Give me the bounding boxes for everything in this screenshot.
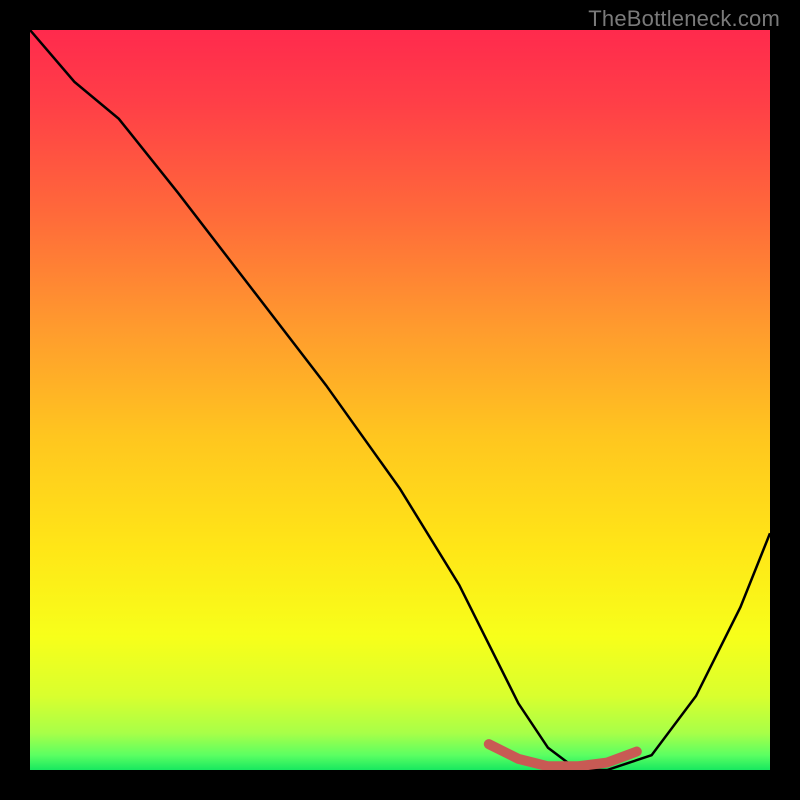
- bottleneck-chart: [30, 30, 770, 770]
- gradient-background: [30, 30, 770, 770]
- chart-area: [30, 30, 770, 770]
- watermark-text: TheBottleneck.com: [588, 6, 780, 32]
